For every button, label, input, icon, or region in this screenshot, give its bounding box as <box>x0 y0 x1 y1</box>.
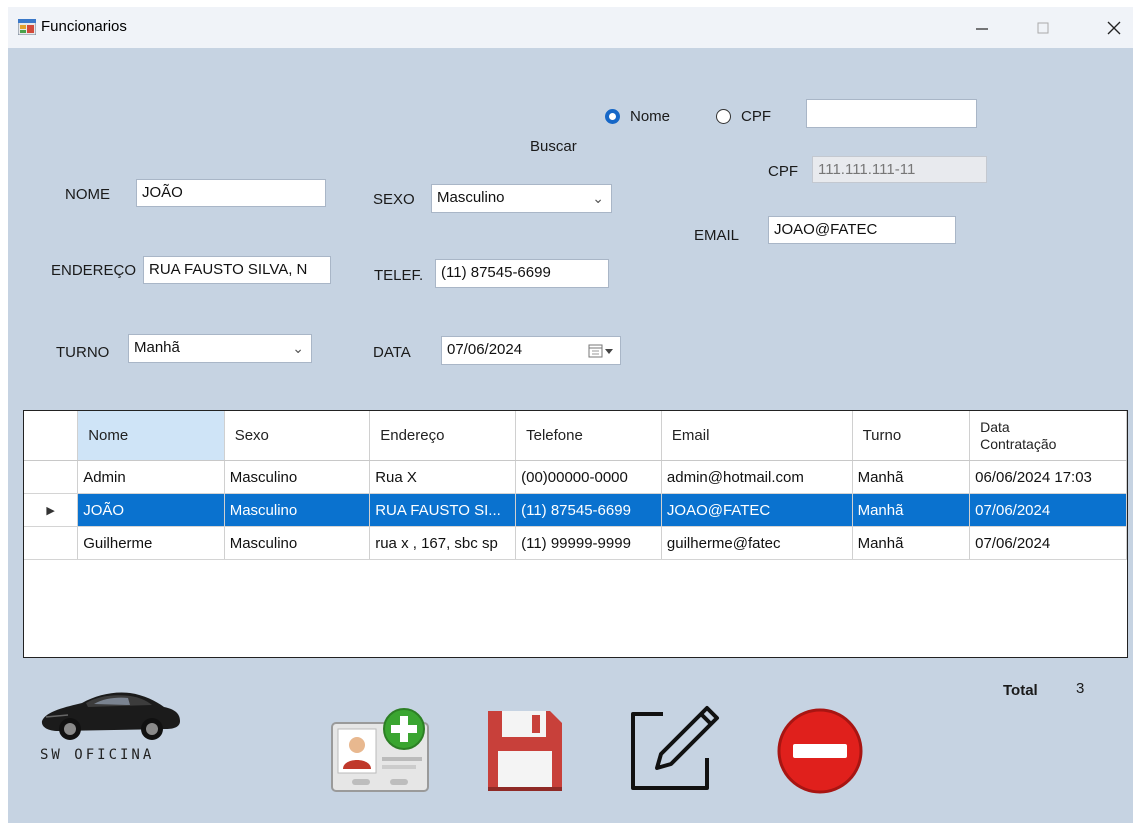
employees-grid[interactable]: Nome Sexo Endereço Telefone Email Turno … <box>23 410 1128 658</box>
edit-button[interactable] <box>625 702 721 794</box>
radio-cpf[interactable] <box>716 109 731 124</box>
delete-button[interactable] <box>776 707 864 795</box>
sexo-select[interactable]: Masculino ⌄ <box>431 184 612 213</box>
cell-data[interactable]: 06/06/2024 17:03 <box>969 460 1127 494</box>
column-header-telefone[interactable]: Telefone <box>515 411 662 461</box>
cell-turno[interactable]: Manhã <box>852 526 971 560</box>
form-icon <box>18 19 36 35</box>
minimize-icon <box>976 27 988 30</box>
minimize-button[interactable] <box>959 7 1005 48</box>
cell-nome[interactable]: JOÃO <box>77 493 225 527</box>
email-label: EMAIL <box>694 227 740 244</box>
column-header-sexo[interactable]: Sexo <box>224 411 371 461</box>
radio-cpf-label[interactable]: CPF <box>741 108 771 125</box>
cell-endereco[interactable]: RUA FAUSTO SI... <box>369 493 517 527</box>
add-employee-icon <box>331 708 429 792</box>
maximize-icon <box>1037 22 1049 33</box>
column-header-endereco[interactable]: Endereço <box>369 411 517 461</box>
cell-nome[interactable]: Guilherme <box>77 526 225 560</box>
radio-nome[interactable] <box>605 109 620 124</box>
date-value: 07/06/2024 <box>447 341 523 358</box>
data-label: DATA <box>373 344 411 361</box>
cell-sexo[interactable]: Masculino <box>224 526 371 560</box>
cpf-field: 111.111.111-11 <box>812 156 987 183</box>
total-value: 3 <box>1076 680 1085 697</box>
search-input[interactable] <box>806 99 977 128</box>
row-header[interactable] <box>24 526 79 560</box>
chevron-down-icon: ⌄ <box>292 340 304 356</box>
cpf-label: CPF <box>768 163 798 180</box>
cell-email[interactable]: guilherme@fatec <box>661 526 853 560</box>
cell-turno[interactable]: Manhã <box>852 493 971 527</box>
grid-header: Nome Sexo Endereço Telefone Email Turno … <box>24 411 1127 461</box>
turno-value: Manhã <box>134 339 180 356</box>
close-button[interactable] <box>1091 7 1133 48</box>
add-employee-button[interactable] <box>330 707 432 795</box>
close-icon <box>1107 21 1121 34</box>
table-row[interactable]: Guilherme Masculino rua x , 167, sbc sp … <box>24 526 1127 560</box>
date-picker[interactable]: 07/06/2024 <box>441 336 621 365</box>
turno-label: TURNO <box>56 344 110 361</box>
cell-endereco[interactable]: rua x , 167, sbc sp <box>369 526 517 560</box>
column-header-email[interactable]: Email <box>661 411 853 461</box>
delete-icon <box>777 708 863 794</box>
radio-nome-label[interactable]: Nome <box>630 108 670 125</box>
maximize-button[interactable] <box>1020 7 1066 48</box>
cell-email[interactable]: JOAO@FATEC <box>661 493 853 527</box>
turno-select[interactable]: Manhã ⌄ <box>128 334 312 363</box>
column-header-data-contratacao[interactable]: Data Contratação <box>969 411 1127 461</box>
cell-data[interactable]: 07/06/2024 <box>969 493 1127 527</box>
cell-nome[interactable]: Admin <box>77 460 225 494</box>
telef-label: TELEF. <box>374 267 424 284</box>
cell-endereco[interactable]: Rua X <box>369 460 517 494</box>
cell-sexo[interactable]: Masculino <box>224 460 371 494</box>
logo: SW OFICINA <box>38 683 188 773</box>
title-bar: Funcionarios <box>8 7 1133 48</box>
cell-telefone[interactable]: (00)00000-0000 <box>515 460 662 494</box>
nome-label: NOME <box>65 186 110 203</box>
window-title: Funcionarios <box>41 18 127 35</box>
search-label: Buscar <box>530 138 577 155</box>
window: Funcionarios Buscar Nome CPF CPF 111.111… <box>8 7 1133 823</box>
cell-sexo[interactable]: Masculino <box>224 493 371 527</box>
save-button[interactable] <box>484 707 566 793</box>
column-header-nome[interactable]: Nome <box>77 411 225 461</box>
row-header[interactable]: ▶ <box>24 493 79 527</box>
table-row-selected[interactable]: ▶ JOÃO Masculino RUA FAUSTO SI... (11) 8… <box>24 493 1127 527</box>
logo-text: SW OFICINA <box>40 747 155 763</box>
nome-field[interactable]: JOÃO <box>136 179 326 207</box>
car-logo-icon <box>41 692 180 740</box>
cell-telefone[interactable]: (11) 87545-6699 <box>515 493 662 527</box>
endereco-label: ENDEREÇO <box>51 262 137 279</box>
table-row[interactable]: Admin Masculino Rua X (00)00000-0000 adm… <box>24 460 1127 494</box>
cell-telefone[interactable]: (11) 99999-9999 <box>515 526 662 560</box>
cell-data[interactable]: 07/06/2024 <box>969 526 1127 560</box>
telefone-field[interactable]: (11) 87545-6699 <box>435 259 609 288</box>
total-label: Total <box>1003 682 1038 699</box>
cell-email[interactable]: admin@hotmail.com <box>661 460 853 494</box>
cell-turno[interactable]: Manhã <box>852 460 971 494</box>
row-header-corner <box>24 411 79 461</box>
column-header-turno[interactable]: Turno <box>852 411 971 461</box>
save-icon <box>488 711 562 791</box>
sexo-value: Masculino <box>437 189 505 206</box>
endereco-field[interactable]: RUA FAUSTO SILVA, N <box>143 256 331 284</box>
sexo-label: SEXO <box>373 191 415 208</box>
row-header[interactable] <box>24 460 79 494</box>
edit-icon <box>631 706 719 790</box>
current-row-indicator-icon: ▶ <box>46 504 55 517</box>
employees-table: Nome Sexo Endereço Telefone Email Turno … <box>24 411 1127 560</box>
email-field[interactable]: JOAO@FATEC <box>768 216 956 244</box>
chevron-down-icon: ⌄ <box>592 190 604 206</box>
calendar-icon[interactable] <box>588 344 614 358</box>
